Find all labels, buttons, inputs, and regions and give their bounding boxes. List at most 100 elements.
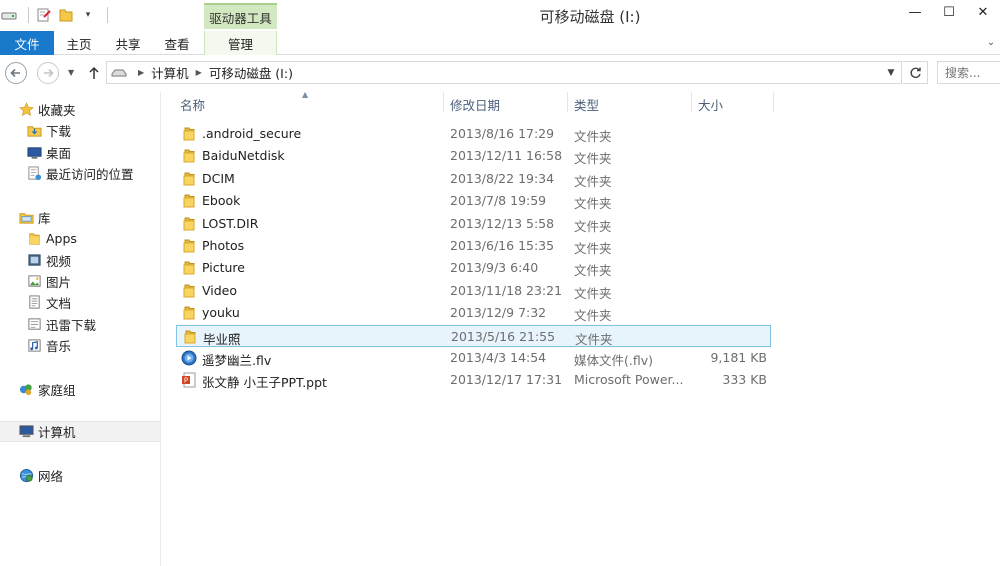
folder-icon	[181, 171, 197, 187]
table-row[interactable]: 毕业照 2013/5/16 21:55 文件夹	[176, 324, 771, 347]
file-name: BaiduNetdisk	[202, 148, 285, 164]
file-date-modified: 2013/8/16 17:29	[450, 126, 555, 141]
nav-item-videos[interactable]: 视频	[0, 250, 160, 271]
table-row[interactable]: Photos 2013/6/16 15:35 文件夹	[176, 235, 771, 257]
forward-button[interactable]	[37, 62, 59, 84]
documents-library-icon	[26, 295, 42, 311]
nav-label: 迅雷下载	[46, 318, 97, 333]
maximize-button[interactable]: ☐	[932, 0, 966, 24]
recent-locations-dropdown[interactable]: ▼	[68, 68, 74, 77]
file-name: Picture	[202, 260, 245, 276]
column-size[interactable]: 大小	[698, 96, 770, 113]
nav-item-music[interactable]: 音乐	[0, 335, 160, 356]
folder-icon	[181, 216, 197, 232]
refresh-icon	[909, 67, 921, 78]
file-type: 文件夹	[574, 196, 612, 212]
column-divider[interactable]	[773, 92, 774, 112]
table-row[interactable]: 遥梦幽兰.flv 2013/4/3 14:54 媒体文件(.flv) 9,181 KB	[176, 347, 771, 369]
address-dropdown-icon[interactable]: ▼	[883, 64, 899, 81]
drive-icon	[111, 68, 127, 78]
nav-item-pictures[interactable]: 图片	[0, 271, 160, 292]
file-type: 文件夹	[575, 331, 613, 347]
properties-icon[interactable]	[35, 6, 53, 24]
pictures-library-icon	[26, 274, 42, 290]
nav-network[interactable]: 网络	[0, 465, 160, 486]
file-date-modified: 2013/11/18 23:21	[450, 282, 563, 298]
table-row[interactable]: Picture 2013/9/3 6:40 文件夹	[176, 257, 771, 279]
table-row[interactable]: Ebook 2013/7/8 19:59 文件夹	[176, 190, 771, 212]
tab-home[interactable]: 主页	[56, 31, 102, 55]
tab-file[interactable]: 文件	[0, 31, 54, 55]
table-row[interactable]: P 张文静 小王子PPT.ppt 2013/12/17 17:31 Microsoft…	[176, 369, 771, 391]
drive-icon[interactable]	[0, 6, 18, 24]
customize-toolbar-icon[interactable]: ▾	[79, 6, 97, 24]
file-date-modified: 2013/4/3 14:54	[450, 350, 547, 365]
table-row[interactable]: LOST.DIR 2013/12/13 5:58 文件夹	[176, 213, 771, 235]
nav-label: 网络	[38, 469, 64, 484]
column-name[interactable]: 名称	[180, 96, 442, 113]
drive-tools-label: 驱动器工具	[204, 3, 277, 29]
ppt-file-icon: P	[181, 372, 197, 388]
file-type: 文件夹	[574, 173, 612, 189]
back-button[interactable]	[5, 62, 27, 84]
nav-favorites[interactable]: 收藏夹	[0, 99, 160, 120]
file-name: 张文静 小王子PPT.ppt	[202, 375, 327, 391]
file-list-view: ▲ 名称 修改日期 类型 大小 .android_secure 2013/8/16…	[162, 90, 1000, 566]
breadcrumb-removable-disk[interactable]: 可移动磁盘 (I:)	[209, 63, 293, 82]
tab-view[interactable]: 查看	[154, 31, 200, 55]
table-row[interactable]: DCIM 2013/8/22 19:34 文件夹	[176, 168, 771, 190]
column-date-modified[interactable]: 修改日期	[450, 96, 568, 113]
star-icon	[18, 102, 34, 118]
file-name: 遥梦幽兰.flv	[202, 353, 272, 368]
table-row[interactable]: Video 2013/11/18 23:21 文件夹	[176, 280, 771, 302]
column-type[interactable]: 类型	[574, 96, 690, 113]
file-name: Video	[202, 282, 238, 298]
table-row[interactable]: .android_secure 2013/8/16 17:29 文件夹	[176, 123, 771, 145]
address-bar[interactable]: ▶ 计算机 ▶ 可移动磁盘 (I:) ▼	[106, 61, 902, 84]
nav-item-thunder-downloads[interactable]: 迅雷下载	[0, 314, 160, 335]
nav-item-downloads[interactable]: 下载	[0, 120, 160, 141]
new-folder-icon[interactable]	[57, 6, 75, 24]
up-arrow-icon	[89, 66, 99, 79]
nav-item-recent-places[interactable]: 最近访问的位置	[0, 163, 160, 184]
file-date-modified: 2013/12/9 7:32	[450, 305, 547, 321]
table-row[interactable]: youku 2013/12/9 7:32 文件夹	[176, 302, 771, 324]
up-button[interactable]	[86, 64, 102, 82]
toolbar-separator	[28, 7, 29, 23]
nav-homegroup[interactable]: 家庭组	[0, 379, 160, 400]
file-date-modified: 2013/5/16 21:55	[451, 328, 556, 344]
nav-item-desktop[interactable]: 桌面	[0, 142, 160, 163]
homegroup-icon	[18, 382, 34, 398]
nav-libraries[interactable]: 库	[0, 207, 160, 228]
nav-item-documents[interactable]: 文档	[0, 292, 160, 313]
quick-access-toolbar: ▾	[0, 5, 114, 25]
refresh-button[interactable]	[903, 61, 928, 84]
file-date-modified: 2013/12/17 17:31	[450, 372, 563, 388]
folder-icon	[181, 193, 197, 209]
downloads-folder-icon	[26, 123, 42, 139]
folder-icon	[181, 260, 197, 276]
tab-share[interactable]: 共享	[104, 31, 152, 55]
nav-computer[interactable]: 计算机	[0, 421, 160, 442]
file-type: 文件夹	[574, 129, 612, 144]
file-size: 9,181 KB	[710, 350, 767, 365]
minimize-button[interactable]: —	[898, 0, 932, 24]
computer-icon	[18, 424, 34, 440]
column-divider[interactable]	[567, 92, 568, 112]
folder-icon	[181, 283, 197, 299]
ribbon-tabs: 文件 主页 共享 查看 管理	[0, 31, 1000, 55]
table-row[interactable]: BaiduNetdisk 2013/12/11 16:58 文件夹	[176, 145, 771, 167]
navigation-pane: 收藏夹 下载 桌面 最近访问的位置 库 Apps 视频 图片 文档 迅雷下载 音…	[0, 92, 161, 566]
breadcrumb-separator[interactable]: ▶	[196, 68, 202, 77]
close-button[interactable]: ✕	[966, 0, 1000, 24]
search-input[interactable]	[937, 61, 1000, 84]
tab-manage[interactable]: 管理	[204, 31, 277, 55]
nav-label: 图片	[46, 275, 72, 290]
thunder-downloads-icon	[26, 317, 42, 333]
nav-item-apps[interactable]: Apps	[0, 228, 160, 249]
breadcrumb-separator[interactable]: ▶	[138, 68, 144, 77]
breadcrumb-computer[interactable]: 计算机	[151, 63, 189, 82]
column-divider[interactable]	[443, 92, 444, 112]
expand-ribbon-button[interactable]: ⌄	[982, 31, 1000, 54]
column-divider[interactable]	[691, 92, 692, 112]
